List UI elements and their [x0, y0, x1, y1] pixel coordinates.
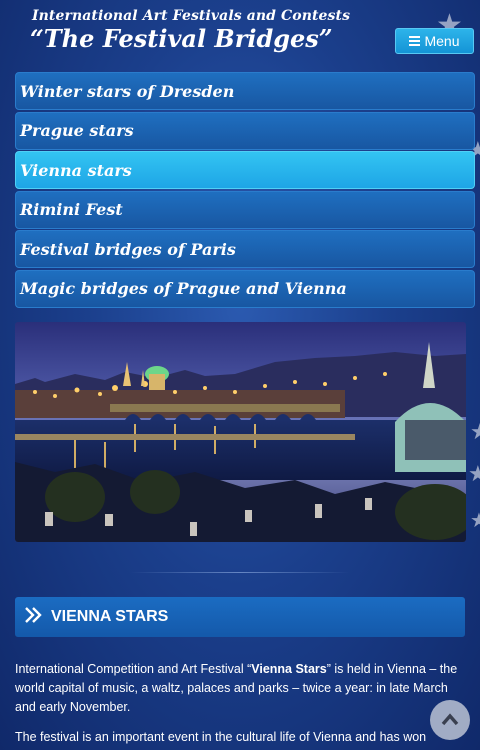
main-nav: Winter stars of Dresden Prague stars Vie… [15, 72, 475, 310]
star-decoration: ★ [468, 462, 480, 487]
site-subtitle: International Art Festivals and Contests [32, 8, 351, 24]
city-night-photo [15, 322, 466, 542]
star-decoration: ★ [470, 508, 480, 532]
nav-item-festival-bridges-of-paris[interactable]: Festival bridges of Paris [15, 230, 475, 269]
article-body: International Competition and Art Festiv… [15, 660, 465, 750]
scroll-to-top-button[interactable] [430, 700, 470, 740]
nav-item-vienna-stars[interactable]: Vienna stars [15, 151, 475, 190]
chevron-up-icon [441, 711, 459, 730]
bars-icon [409, 36, 421, 46]
paragraph: International Competition and Art Festiv… [15, 662, 458, 714]
menu-button-label: Menu [424, 33, 460, 49]
menu-button[interactable]: Menu [395, 28, 474, 54]
header: International Art Festivals and Contests… [0, 0, 480, 68]
section-title: VIENNA STARS [51, 608, 169, 625]
paragraph: The festival is an important event in th… [15, 730, 427, 744]
double-chevron-right-icon [25, 606, 43, 628]
nav-item-prague-stars[interactable]: Prague stars [15, 111, 475, 150]
nav-item-rimini-fest[interactable]: Rimini Fest [15, 190, 475, 229]
star-decoration: ★ [470, 420, 480, 445]
site-title[interactable]: “The Festival Bridges” [30, 24, 333, 53]
section-header: VIENNA STARS [15, 597, 465, 637]
nav-item-winter-stars-of-dresden[interactable]: Winter stars of Dresden [15, 72, 475, 110]
divider [130, 572, 350, 573]
nav-item-magic-bridges-of-prague-and-vienna[interactable]: Magic bridges of Prague and Vienna [15, 269, 475, 308]
